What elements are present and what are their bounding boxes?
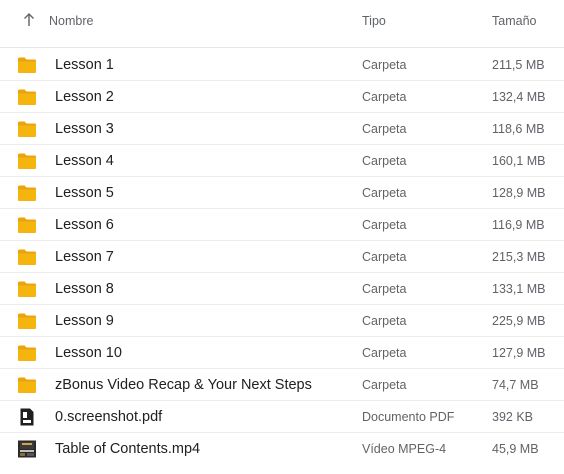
file-size: 45,9 MB: [492, 442, 539, 456]
file-size: 225,9 MB: [492, 314, 546, 328]
file-size: 215,3 MB: [492, 250, 546, 264]
file-row[interactable]: Lesson 1 Carpeta 211,5 MB: [0, 49, 564, 81]
file-name: Lesson 8: [55, 281, 114, 297]
file-size: 127,9 MB: [492, 346, 546, 360]
column-header-size[interactable]: Tamaño: [492, 14, 536, 28]
file-name: Lesson 9: [55, 313, 114, 329]
file-name: Lesson 3: [55, 121, 114, 137]
file-size: 74,7 MB: [492, 378, 539, 392]
folder-icon: [17, 376, 37, 394]
folder-icon: [17, 344, 37, 362]
file-type: Carpeta: [362, 186, 407, 200]
file-name: Lesson 5: [55, 185, 114, 201]
file-type: Carpeta: [362, 154, 407, 168]
file-name: Lesson 2: [55, 89, 114, 105]
sort-ascending-icon[interactable]: [22, 12, 36, 28]
folder-icon: [17, 184, 37, 202]
folder-icon: [17, 120, 37, 138]
file-name: Lesson 7: [55, 249, 114, 265]
file-row[interactable]: Lesson 3 Carpeta 118,6 MB: [0, 113, 564, 145]
file-type: Documento PDF: [362, 410, 455, 424]
folder-icon: [17, 152, 37, 170]
file-name: zBonus Video Recap & Your Next Steps: [55, 377, 312, 393]
folder-icon: [17, 312, 37, 330]
file-name: Lesson 1: [55, 57, 114, 73]
file-type: Carpeta: [362, 346, 407, 360]
file-row[interactable]: Lesson 10 Carpeta 127,9 MB: [0, 337, 564, 369]
file-row[interactable]: Lesson 7 Carpeta 215,3 MB: [0, 241, 564, 273]
file-type: Vídeo MPEG-4: [362, 442, 447, 456]
file-type: Carpeta: [362, 90, 407, 104]
file-size: 392 KB: [492, 410, 534, 424]
file-type: Carpeta: [362, 378, 407, 392]
file-row[interactable]: Table of Contents.mp4 Vídeo MPEG-4 45,9 MB: [0, 433, 564, 465]
file-name: 0.screenshot.pdf: [55, 409, 163, 425]
file-size: 128,9 MB: [492, 186, 546, 200]
folder-icon: [17, 280, 37, 298]
file-name: Lesson 10: [55, 345, 122, 361]
file-size: 160,1 MB: [492, 154, 546, 168]
file-row[interactable]: Lesson 9 Carpeta 225,9 MB: [0, 305, 564, 337]
file-size: 211,5 MB: [492, 58, 545, 72]
file-name: Lesson 6: [55, 217, 114, 233]
file-type: Carpeta: [362, 250, 407, 264]
file-row[interactable]: Lesson 5 Carpeta 128,9 MB: [0, 177, 564, 209]
file-type: Carpeta: [362, 122, 407, 136]
video-thumbnail-icon: [17, 440, 37, 458]
folder-icon: [17, 248, 37, 266]
file-type: Carpeta: [362, 218, 407, 232]
file-row[interactable]: Lesson 4 Carpeta 160,1 MB: [0, 145, 564, 177]
file-row[interactable]: Lesson 6 Carpeta 116,9 MB: [0, 209, 564, 241]
file-size: 118,6 MB: [492, 122, 545, 136]
file-type: Carpeta: [362, 314, 407, 328]
folder-icon: [17, 216, 37, 234]
file-size: 133,1 MB: [492, 282, 546, 296]
folder-icon: [17, 88, 37, 106]
file-row[interactable]: 0.screenshot.pdf Documento PDF 392 KB: [0, 401, 564, 433]
file-row[interactable]: Lesson 2 Carpeta 132,4 MB: [0, 81, 564, 113]
file-type: Carpeta: [362, 58, 407, 72]
file-size: 132,4 MB: [492, 90, 546, 104]
file-list-header: Nombre Tipo Tamaño: [0, 0, 564, 48]
column-header-name[interactable]: Nombre: [49, 14, 93, 28]
pdf-file-icon: [17, 408, 37, 426]
file-name: Table of Contents.mp4: [55, 441, 201, 457]
file-size: 116,9 MB: [492, 218, 545, 232]
folder-icon: [17, 56, 37, 74]
file-list: Lesson 1 Carpeta 211,5 MB Lesson 2 Carpeta 13…: [0, 49, 564, 465]
column-header-type[interactable]: Tipo: [362, 14, 386, 28]
file-row[interactable]: Lesson 8 Carpeta 133,1 MB: [0, 273, 564, 305]
file-name: Lesson 4: [55, 153, 114, 169]
file-row[interactable]: zBonus Video Recap & Your Next Steps Carp…: [0, 369, 564, 401]
file-type: Carpeta: [362, 282, 407, 296]
